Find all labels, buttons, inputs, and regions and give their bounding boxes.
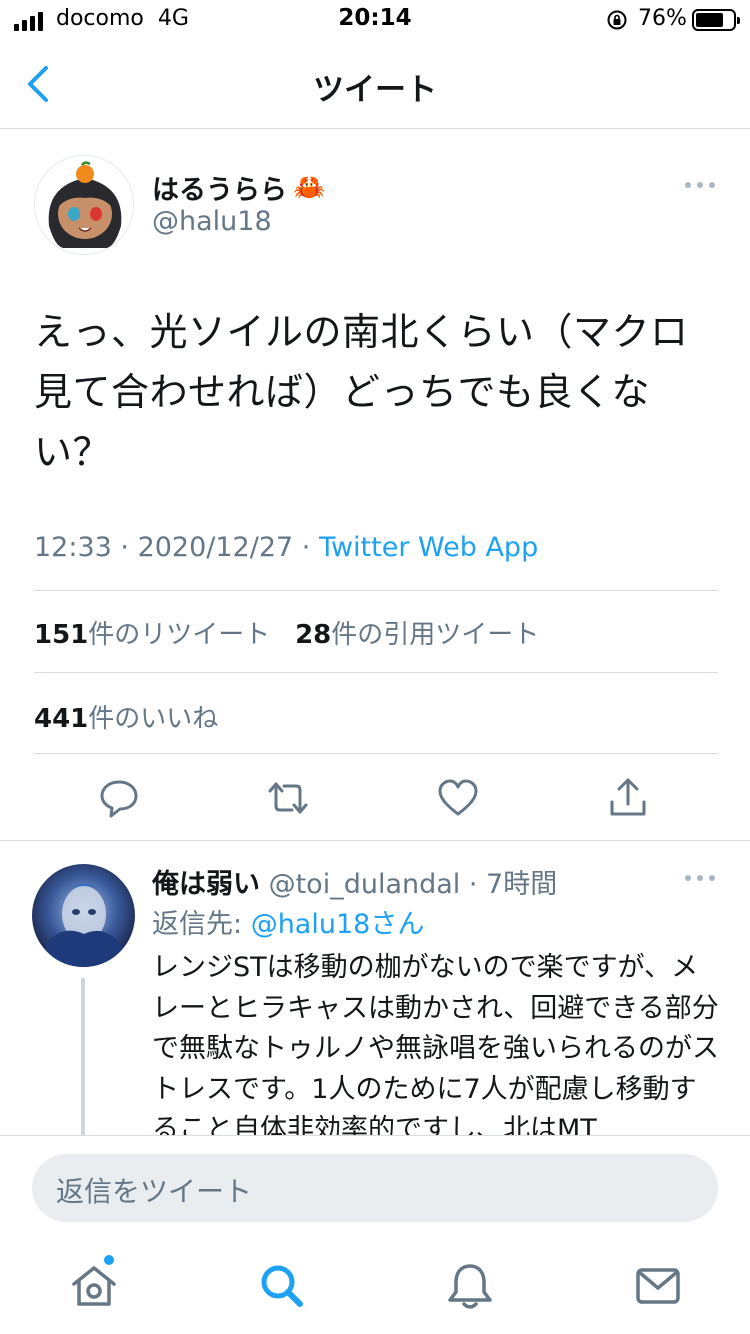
tweet-actions bbox=[0, 764, 750, 834]
likes-link[interactable]: 441件のいいね bbox=[34, 698, 218, 735]
home-icon[interactable] bbox=[68, 1260, 120, 1312]
quotes-link[interactable]: 28件の引用ツイート bbox=[295, 620, 539, 650]
divider bbox=[34, 590, 718, 591]
like-icon[interactable] bbox=[436, 776, 480, 820]
retweet-stats: 151件のリツイート 28件の引用ツイート bbox=[34, 614, 539, 651]
reply-display-name[interactable]: 俺は弱い bbox=[152, 869, 260, 900]
divider bbox=[34, 672, 718, 673]
messages-icon[interactable] bbox=[632, 1260, 684, 1312]
retweet-count: 151 bbox=[34, 620, 89, 650]
reply-icon[interactable] bbox=[97, 776, 141, 820]
retweet-icon[interactable] bbox=[266, 776, 310, 820]
quote-count: 28 bbox=[295, 620, 332, 650]
tweet-time: 12:33 bbox=[34, 532, 112, 563]
composer-placeholder: 返信をツイート bbox=[56, 1175, 253, 1208]
nav-header: ツイート bbox=[0, 40, 750, 129]
home-notification-dot bbox=[104, 1255, 114, 1265]
reply-handle[interactable]: @toi_dulandal bbox=[269, 869, 461, 900]
like-count: 441 bbox=[34, 704, 89, 734]
section-divider bbox=[0, 840, 750, 841]
like-label: 件のいいね bbox=[88, 704, 219, 734]
status-bar: docomo 4G 20:14 76% bbox=[0, 0, 750, 40]
reply-avatar-image bbox=[32, 864, 135, 967]
reply-more-options-icon[interactable] bbox=[684, 871, 716, 885]
battery-icon bbox=[692, 9, 740, 31]
retweets-link[interactable]: 151件のリツイート bbox=[34, 620, 270, 650]
display-name-text: はるうらら bbox=[152, 175, 287, 206]
thread-line bbox=[81, 978, 85, 1138]
reply-header: 俺は弱い @toi_dulandal · 7時間 bbox=[152, 862, 557, 901]
retweet-label: 件のリツイート bbox=[88, 620, 271, 650]
page-title: ツイート bbox=[313, 72, 437, 108]
reply-to-mention[interactable]: @halu18さん bbox=[251, 909, 425, 940]
reply-age: 7時間 bbox=[486, 869, 558, 900]
reply-composer[interactable]: 返信をツイート bbox=[32, 1154, 718, 1222]
meta-separator: · bbox=[293, 532, 319, 563]
notifications-icon[interactable] bbox=[444, 1260, 496, 1312]
avatar-image bbox=[35, 156, 133, 254]
search-icon[interactable] bbox=[256, 1260, 308, 1312]
replying-to: 返信先: @halu18さん bbox=[152, 902, 424, 941]
crab-emoji-icon: 🦀 bbox=[293, 172, 326, 203]
meta-separator: · bbox=[111, 532, 138, 563]
battery-percent: 76% bbox=[638, 6, 687, 31]
reply-text: レンジSTは移動の枷がないので楽ですが、メレーとヒラキャスは動かされ、回避できる… bbox=[152, 952, 719, 1145]
divider bbox=[34, 753, 718, 754]
reply-avatar[interactable] bbox=[32, 864, 135, 967]
share-icon[interactable] bbox=[606, 776, 650, 820]
reply-separator: · bbox=[460, 869, 487, 900]
tweet-meta: 12:33 · 2020/12/27 · Twitter Web App bbox=[34, 532, 538, 563]
avatar[interactable] bbox=[34, 155, 134, 255]
tweet-text: えっ、光ソイルの南北くらい（マクロ見て合わせれば）どっちでも良くない？ bbox=[34, 310, 689, 474]
reply-to-label: 返信先: bbox=[152, 909, 251, 940]
display-name[interactable]: はるうらら 🦀 bbox=[152, 168, 325, 207]
quote-label: 件の引用ツイート bbox=[331, 620, 540, 650]
user-handle[interactable]: @halu18 bbox=[152, 206, 272, 237]
bottom-bar: 返信をツイート bbox=[0, 1135, 750, 1334]
tweet-source-link[interactable]: Twitter Web App bbox=[319, 532, 538, 563]
tweet-date: 2020/12/27 bbox=[137, 532, 294, 563]
orientation-lock-icon bbox=[607, 10, 627, 30]
more-options-icon[interactable] bbox=[684, 178, 716, 192]
